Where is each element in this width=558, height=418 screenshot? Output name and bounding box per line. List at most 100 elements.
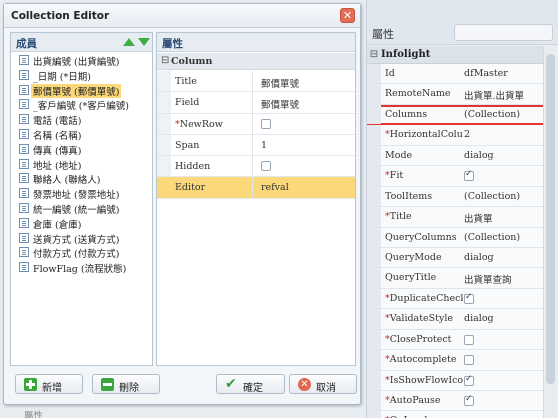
property-checkbox[interactable]: [261, 118, 271, 129]
row-gutter: [367, 391, 381, 411]
property-rows: Title 郵價單號 Field 郵價單號 *NewRow Span 1 Hidden Edit…: [157, 71, 355, 199]
property-value[interactable]: 出貨單: [464, 211, 493, 225]
member-item[interactable]: _客戶編號 (*客戶編號): [11, 97, 152, 112]
property-value[interactable]: (Collection): [464, 109, 520, 120]
row-gutter: [157, 71, 171, 92]
property-row[interactable]: Mode dialog: [367, 145, 547, 167]
property-value[interactable]: dialog: [464, 313, 494, 324]
property-row[interactable]: *HorizontalColumn2: [367, 125, 547, 146]
property-row[interactable]: *OnLoad: [367, 411, 547, 418]
property-row[interactable]: *AutoPause: [367, 391, 547, 412]
member-item[interactable]: 送貨方式 (送貨方式): [11, 231, 152, 246]
property-value[interactable]: dialog: [464, 150, 494, 161]
property-grid-scrollbar[interactable]: [543, 46, 557, 418]
row-gutter: [157, 177, 171, 198]
property-checkbox[interactable]: [464, 374, 474, 386]
property-value[interactable]: dfMaster: [464, 68, 508, 79]
property-name-text: QueryTitle: [385, 272, 437, 284]
property-row[interactable]: RemoteName 出貨單.出貨單: [367, 84, 547, 105]
member-item[interactable]: _日期 (*日期): [11, 68, 152, 83]
property-name-text: HorizontalColumn: [389, 129, 463, 141]
property-row[interactable]: Hidden: [157, 156, 355, 178]
delete-button[interactable]: 刪除: [92, 374, 160, 394]
property-row[interactable]: *NewRow: [157, 113, 355, 135]
property-row[interactable]: Editor refval: [157, 177, 355, 199]
member-item[interactable]: 付款方式 (付款方式): [11, 245, 152, 260]
property-row[interactable]: *Title 出貨單: [367, 207, 547, 228]
member-label: 付款方式 (付款方式): [33, 249, 120, 261]
member-item[interactable]: 統一編號 (統一編號): [11, 201, 152, 216]
row-gutter: [367, 288, 381, 309]
member-item[interactable]: 電話 (電話): [11, 112, 152, 127]
property-row[interactable]: QueryColumns (Collection): [367, 227, 547, 248]
move-up-icon[interactable]: [123, 38, 135, 46]
property-row[interactable]: ToolItems (Collection): [367, 186, 547, 208]
cancel-button[interactable]: ✕ 取消: [289, 374, 357, 394]
property-value[interactable]: 郵價單號: [261, 97, 299, 111]
property-checkbox[interactable]: [464, 334, 474, 345]
property-checkbox[interactable]: [261, 161, 271, 172]
property-grid-section[interactable]: ⊟ Infolight: [367, 46, 547, 64]
property-grid-header: 屬性: [367, 0, 558, 45]
scrollbar-thumb[interactable]: [546, 54, 555, 384]
property-checkbox[interactable]: [464, 169, 474, 182]
property-value[interactable]: dialog: [464, 252, 494, 263]
property-checkbox[interactable]: [464, 292, 474, 304]
property-row[interactable]: *IsShowFlowIcon: [367, 370, 547, 391]
add-button[interactable]: 新增: [15, 374, 83, 394]
member-item[interactable]: 出貨編號 (出貨編號): [11, 53, 152, 68]
property-row[interactable]: Columns (Collection): [367, 104, 547, 126]
property-value[interactable]: 出貨單.出貨單: [464, 88, 524, 102]
field-icon: [19, 69, 29, 80]
column-divider: [252, 113, 253, 134]
property-name: Span: [175, 140, 199, 151]
property-row[interactable]: *Autocomplete: [367, 350, 547, 371]
row-gutter: [367, 84, 381, 104]
property-value[interactable]: 郵價單號: [261, 76, 299, 90]
members-panel: 成員 出貨編號 (出貨編號) _日期 (*日期) 郵價單號 (郵價單號) _客戶編號 …: [10, 32, 153, 366]
close-icon[interactable]: ✕: [340, 8, 355, 23]
property-row[interactable]: *ValidateStyle dialog: [367, 309, 547, 330]
property-row[interactable]: *DuplicateCheck: [367, 288, 547, 310]
property-name-text: Hidden: [175, 161, 211, 173]
member-item[interactable]: 倉庫 (倉庫): [11, 216, 152, 231]
member-item[interactable]: 發票地址 (發票地址): [11, 186, 152, 201]
property-row[interactable]: Id dfMaster: [367, 64, 547, 85]
property-checkbox[interactable]: [464, 394, 474, 406]
property-row[interactable]: *CloseProtect: [367, 329, 547, 351]
property-value[interactable]: (Collection): [464, 191, 520, 202]
property-value[interactable]: (Collection): [464, 232, 520, 243]
collapse-icon[interactable]: ⊟: [161, 55, 169, 66]
ok-button[interactable]: ✔ 確定: [216, 374, 285, 394]
properties-section[interactable]: ⊟ Column: [157, 53, 355, 70]
property-value[interactable]: 1: [261, 140, 267, 151]
property-row[interactable]: QueryTitle 出貨單查詢: [367, 268, 547, 289]
property-row[interactable]: Title 郵價單號: [157, 71, 355, 93]
property-row[interactable]: QueryMode dialog: [367, 247, 547, 269]
footer-peek-label: 屬性: [24, 411, 44, 418]
member-item[interactable]: 聯絡人 (聯絡人): [11, 171, 152, 186]
property-value[interactable]: 2: [464, 129, 470, 140]
property-value[interactable]: 出貨單查詢: [464, 272, 512, 286]
property-grid-search-box[interactable]: [454, 24, 553, 41]
collapse-icon[interactable]: ⊟: [367, 49, 381, 60]
property-value[interactable]: refval: [261, 182, 289, 193]
member-item[interactable]: 名稱 (名稱): [11, 127, 152, 142]
property-name-text: QueryMode: [385, 251, 442, 263]
property-row[interactable]: Field 郵價單號: [157, 92, 355, 114]
member-item[interactable]: 傳真 (傳真): [11, 142, 152, 157]
section-title: Column: [171, 56, 213, 67]
move-down-icon[interactable]: [138, 38, 150, 46]
row-gutter: [157, 156, 171, 177]
member-label: 出貨編號 (出貨編號): [33, 57, 120, 68]
member-item[interactable]: 地址 (地址): [11, 157, 152, 172]
member-item[interactable]: 郵價單號 (郵價單號): [11, 83, 152, 98]
member-item[interactable]: FlowFlag (流程狀態): [11, 260, 152, 275]
property-row[interactable]: *Fit: [367, 166, 547, 187]
row-gutter: [367, 350, 381, 370]
row-gutter: [367, 186, 381, 207]
dialog-title-bar[interactable]: Collection Editor ✕: [4, 4, 360, 28]
property-row[interactable]: Span 1: [157, 134, 355, 157]
property-checkbox[interactable]: [464, 355, 474, 366]
section-title: Infolight: [381, 49, 431, 60]
